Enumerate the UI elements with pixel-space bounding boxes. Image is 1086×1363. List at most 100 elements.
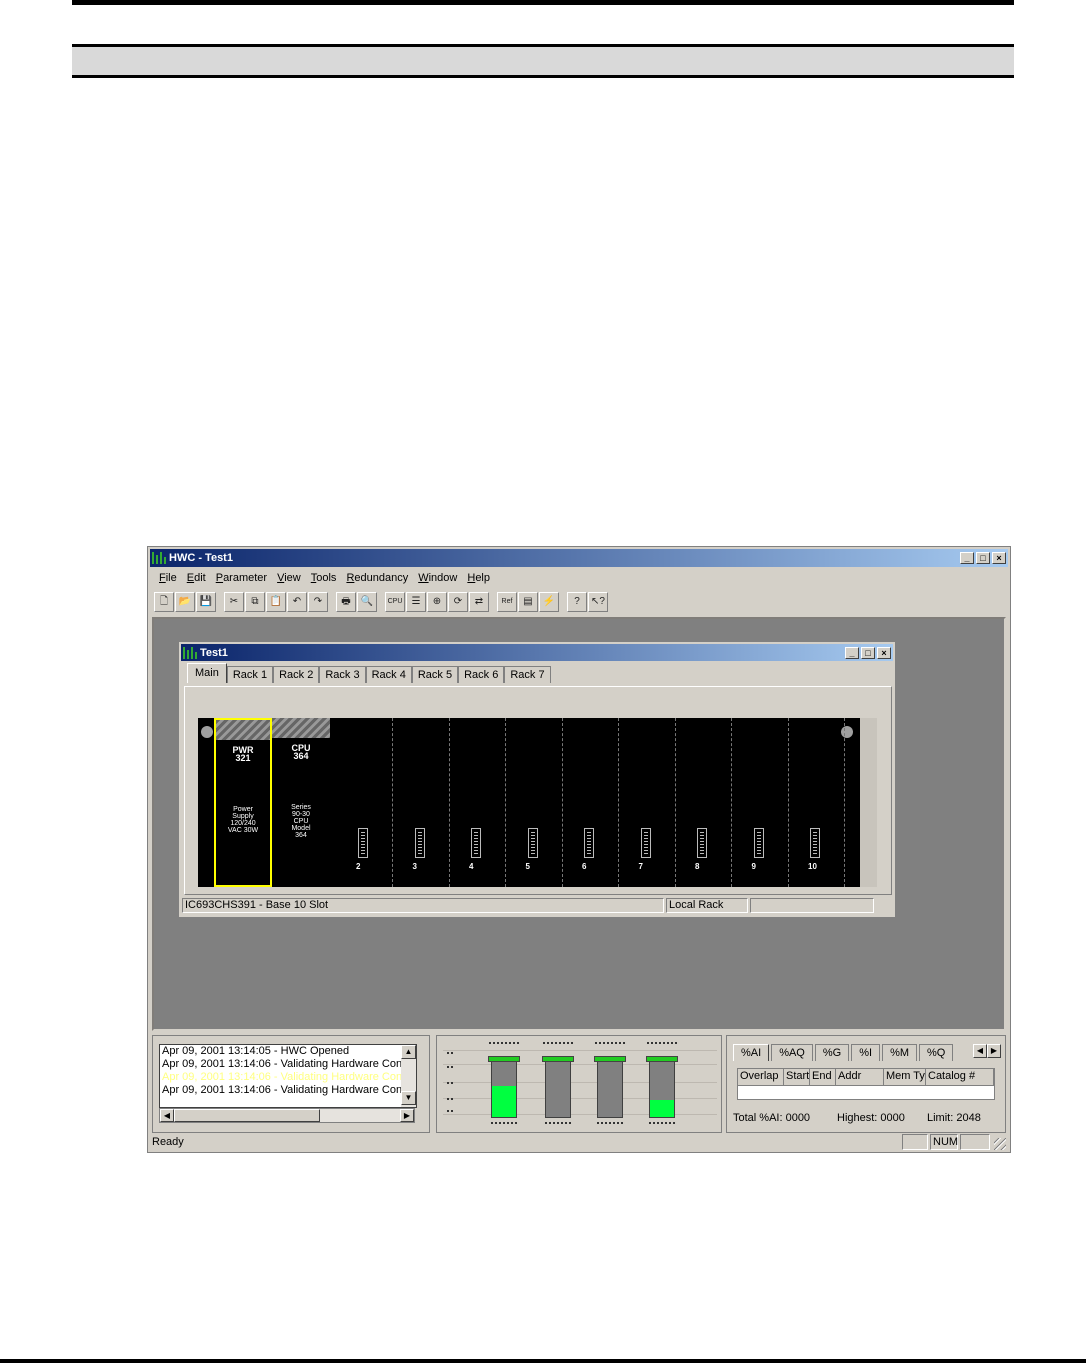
menu-parameter[interactable]: Parameter: [211, 572, 272, 584]
col-end[interactable]: End: [810, 1069, 836, 1085]
rack-refresh-icon[interactable]: ⟳: [448, 592, 468, 612]
tab-rack-4[interactable]: Rack 4: [365, 666, 412, 683]
help-icon[interactable]: ?: [567, 592, 587, 612]
tab-rack-2[interactable]: Rack 2: [273, 666, 320, 683]
tab-aq[interactable]: %AQ: [771, 1044, 813, 1061]
save-icon[interactable]: 💾: [196, 592, 216, 612]
report-icon[interactable]: ▤: [518, 592, 538, 612]
cpu-icon[interactable]: CPU: [385, 592, 405, 612]
slot-number: 7: [638, 862, 643, 871]
scroll-down-icon[interactable]: ▼: [401, 1091, 416, 1105]
log-line[interactable]: Apr 09, 2001 13:14:06 - Validating Hardw…: [160, 1058, 416, 1071]
scroll-left-icon[interactable]: ◀: [160, 1109, 174, 1122]
tab-main[interactable]: Main: [187, 663, 227, 683]
log-vscroll[interactable]: ▲ ▼: [401, 1045, 416, 1107]
rack-sync-icon[interactable]: ⇄: [469, 592, 489, 612]
close-button[interactable]: ×: [992, 552, 1006, 564]
paste-icon[interactable]: 📋: [266, 592, 286, 612]
memory-bar-fill: [492, 1086, 516, 1117]
empty-slot[interactable]: 5: [506, 718, 563, 887]
empty-slot[interactable]: 9: [732, 718, 789, 887]
bar-caption: [489, 1042, 519, 1044]
col-start[interactable]: Start: [784, 1069, 810, 1085]
tab-rack-6[interactable]: Rack 6: [458, 666, 505, 683]
chart-gridline: [443, 1050, 717, 1051]
menu-file[interactable]: File: [154, 572, 182, 584]
maximize-button[interactable]: □: [976, 552, 990, 564]
col-addr[interactable]: Addr: [836, 1069, 884, 1085]
undo-icon[interactable]: ↶: [287, 592, 307, 612]
new-icon[interactable]: 🗋: [154, 592, 174, 612]
reference-pane: %AI %AQ %G %I %M %Q ◀ ▶ Overlap Start En…: [726, 1035, 1006, 1133]
scroll-thumb[interactable]: [174, 1109, 320, 1122]
chart-gridline: [443, 1114, 717, 1115]
reference-tabs: %AI %AQ %G %I %M %Q: [733, 1044, 955, 1061]
child-minimize-button[interactable]: _: [845, 646, 859, 659]
tab-rack-3[interactable]: Rack 3: [319, 666, 366, 683]
menu-redundancy[interactable]: Redundancy: [341, 572, 413, 584]
tab-g[interactable]: %G: [814, 1044, 850, 1061]
validate-icon[interactable]: ⚡: [539, 592, 559, 612]
log-line[interactable]: Apr 09, 2001 13:14:06 - Validating Hardw…: [160, 1071, 416, 1084]
add-module-icon[interactable]: ⊕: [427, 592, 447, 612]
empty-slot[interactable]: 2: [336, 718, 393, 887]
open-icon[interactable]: 📂: [175, 592, 195, 612]
scroll-up-icon[interactable]: ▲: [401, 1045, 416, 1059]
tab-q[interactable]: %Q: [919, 1044, 954, 1061]
log-line[interactable]: Apr 09, 2001 13:14:06 - Validating Hardw…: [160, 1084, 416, 1097]
empty-slot[interactable]: 3: [393, 718, 450, 887]
resize-grip-icon[interactable]: [994, 1138, 1006, 1150]
menu-bar: File Edit Parameter View Tools Redundanc…: [154, 569, 495, 587]
col-catalog[interactable]: Catalog #: [926, 1069, 994, 1085]
axis-tick-label: [447, 1066, 455, 1068]
redo-icon[interactable]: ↷: [308, 592, 328, 612]
slot-number: 8: [695, 862, 700, 871]
tab-rack-5[interactable]: Rack 5: [411, 666, 459, 683]
rack-window: Test1 _ □ × Main Rack 1 Rack 2 Rack 3 Ra…: [178, 641, 896, 918]
main-tab-panel: PWR 321 Power Supply 120/240 VAC 30W CPU 364 Ser…: [184, 686, 892, 895]
tab-rack-7[interactable]: Rack 7: [504, 666, 551, 683]
empty-slot[interactable]: 8: [675, 718, 732, 887]
print-icon[interactable]: 🖶: [336, 592, 356, 612]
tab-ai[interactable]: %AI: [733, 1044, 770, 1061]
module-description-line: VAC 30W: [227, 827, 259, 834]
module-list-icon[interactable]: ☰: [406, 592, 426, 612]
tab-scroll-left-icon[interactable]: ◀: [973, 1044, 987, 1058]
log-line[interactable]: Apr 09, 2001 13:14:05 - HWC Opened: [160, 1045, 416, 1058]
child-maximize-button[interactable]: □: [861, 646, 875, 659]
scroll-right-icon[interactable]: ▶: [400, 1109, 414, 1122]
empty-slot[interactable]: 4: [449, 718, 506, 887]
print-preview-icon[interactable]: 🔍: [357, 592, 377, 612]
tab-m[interactable]: %M: [882, 1044, 918, 1061]
tab-rack-1[interactable]: Rack 1: [226, 666, 274, 683]
rack-module-pwr[interactable]: PWR 321 Power Supply 120/240 VAC 30W: [214, 718, 272, 887]
log-hscroll[interactable]: ◀ ▶: [159, 1108, 415, 1123]
menu-view[interactable]: View: [272, 572, 306, 584]
child-titlebar[interactable]: Test1 _ □ ×: [181, 644, 893, 661]
tab-scroll-right-icon[interactable]: ▶: [987, 1044, 1001, 1058]
module-label-area: [272, 718, 330, 738]
col-mem-type[interactable]: Mem Ty: [884, 1069, 926, 1085]
context-help-icon[interactable]: ↖?: [588, 592, 608, 612]
chart-gridline: [443, 1098, 717, 1099]
menu-window[interactable]: Window: [413, 572, 462, 584]
reference-table-header: Overlap Start End Addr Mem Ty Catalog #: [738, 1069, 994, 1086]
mount-hole-left: [201, 726, 213, 738]
cut-icon[interactable]: ✂: [224, 592, 244, 612]
module-description-line: 364: [295, 832, 307, 839]
log-list[interactable]: ▲ ▼ Apr 09, 2001 13:14:05 - HWC Opened Ap…: [159, 1044, 417, 1108]
empty-slot[interactable]: 7: [619, 718, 676, 887]
menu-help[interactable]: Help: [462, 572, 495, 584]
reference-icon[interactable]: Ref: [497, 592, 517, 612]
child-close-button[interactable]: ×: [877, 646, 891, 659]
tab-i[interactable]: %I: [851, 1044, 881, 1061]
menu-tools[interactable]: Tools: [306, 572, 342, 584]
rack-module-cpu[interactable]: CPU 364 Series 90-30 CPU Model 364: [272, 718, 330, 887]
main-titlebar[interactable]: HWC - Test1 _ □ ×: [150, 549, 1008, 567]
minimize-button[interactable]: _: [960, 552, 974, 564]
copy-icon[interactable]: ⧉: [245, 592, 265, 612]
empty-slot[interactable]: 6: [562, 718, 619, 887]
col-overlap[interactable]: Overlap: [738, 1069, 784, 1085]
empty-slot[interactable]: 10: [788, 718, 845, 887]
menu-edit[interactable]: Edit: [182, 572, 211, 584]
